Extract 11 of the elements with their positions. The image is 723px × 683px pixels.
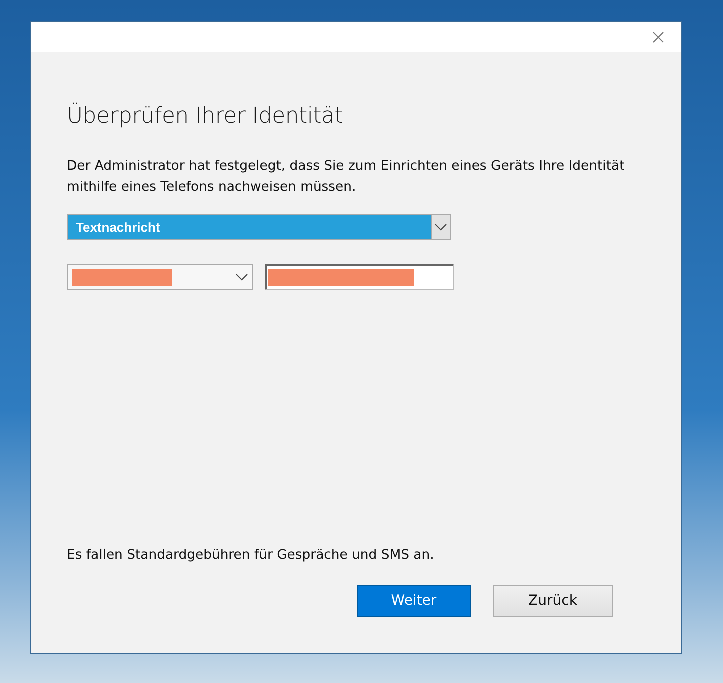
description-text: Der Administrator hat festgelegt, dass Sie zum Einrichten eines Geräts Ihre Identität mithilfe eines Telefons nachweisen müssen.	[67, 158, 626, 197]
dialog-heading: Überprüfen Ihrer Identität	[67, 104, 344, 129]
back-button[interactable]: Zurück	[493, 585, 613, 617]
chevron-down-icon	[236, 274, 248, 280]
next-button[interactable]: Weiter	[357, 585, 471, 617]
country-code-dropdown[interactable]	[67, 264, 253, 290]
chevron-down-icon	[435, 224, 447, 230]
close-icon[interactable]	[653, 32, 664, 42]
method-dropdown[interactable]: Textnachricht	[67, 214, 451, 240]
charges-note: Es fallen Standardgebühren für Gespräche und SMS an.	[67, 548, 436, 563]
phone-number-field[interactable]	[265, 264, 454, 290]
